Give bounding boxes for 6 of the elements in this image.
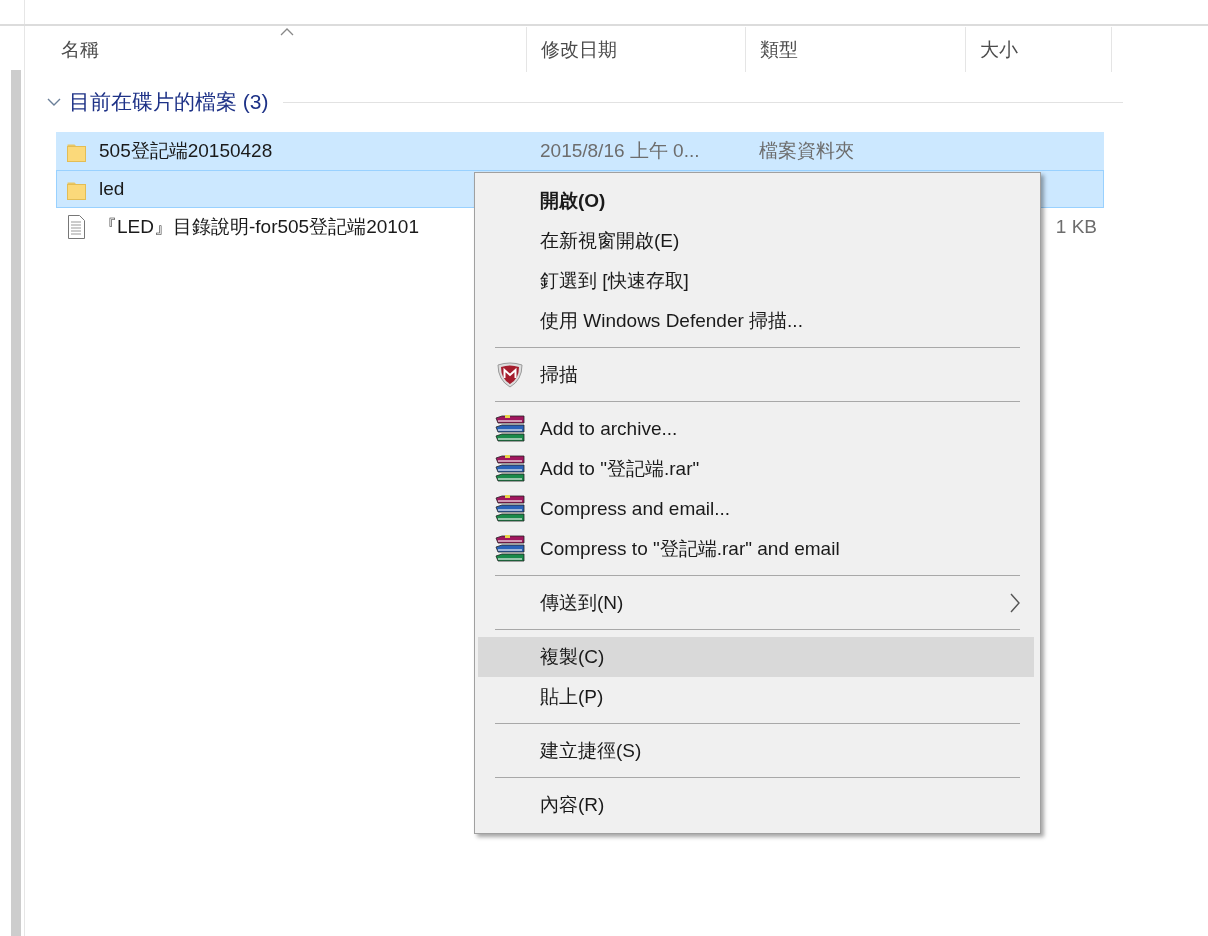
file-name: 505登記端20150428 [99,139,273,163]
file-name: led [99,178,125,200]
file-size: 1 KB [1055,216,1097,238]
file-name: 『LED』目錄說明-for505登記端20101 [98,215,419,239]
file-type: 檔案資料夾 [759,139,854,163]
modified-date: 2015/8/16 上午 0... [540,139,700,163]
